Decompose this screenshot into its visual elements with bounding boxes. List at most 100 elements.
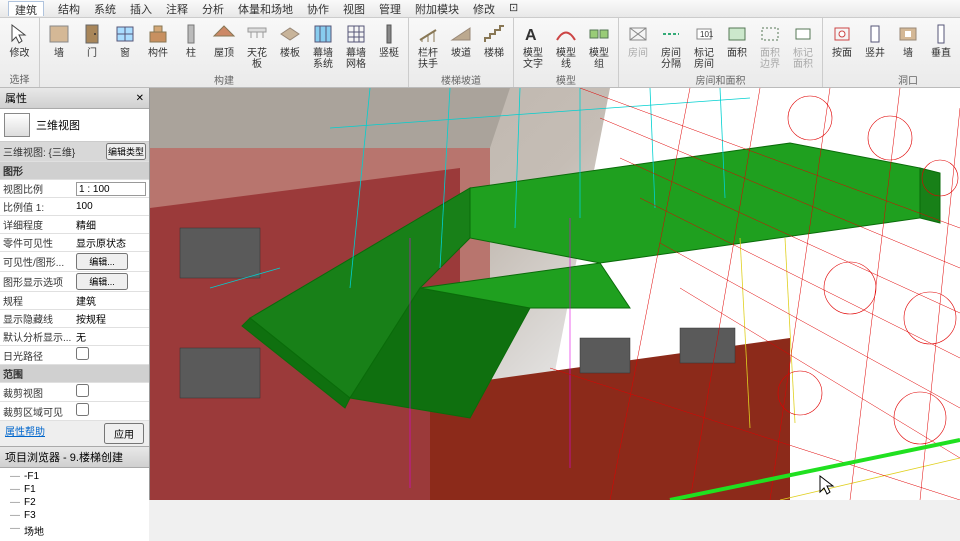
browser-item[interactable]: 场地: [0, 522, 149, 539]
menu-tab-collaborate[interactable]: 协作: [307, 1, 329, 16]
type-selector[interactable]: 三维视图: {三维}: [3, 144, 106, 159]
ribbon-mgroup-button[interactable]: 模型组: [583, 20, 615, 72]
ribbon-ceiling-button[interactable]: 天花板: [241, 20, 273, 72]
ribbon-areabnd-button[interactable]: 面积边界: [754, 20, 786, 72]
menu-tab-modify[interactable]: 修改: [473, 1, 495, 16]
property-value[interactable]: 建筑: [76, 293, 146, 308]
house-3d-icon: [4, 113, 30, 137]
project-browser: -F1F1F2F3场地: [0, 468, 149, 541]
properties-title-bar[interactable]: 属性 ✕: [0, 88, 149, 109]
ribbon-mline-button[interactable]: 模型线: [550, 20, 582, 72]
property-checkbox[interactable]: [76, 403, 89, 416]
ribbon-room-button[interactable]: 房间: [622, 20, 654, 72]
property-row: 默认分析显示...无: [0, 328, 149, 346]
ribbon-wallop-button[interactable]: 墙: [892, 20, 924, 72]
mtext-icon: A: [521, 22, 545, 46]
property-checkbox[interactable]: [76, 384, 89, 397]
property-edit-button[interactable]: 编辑...: [76, 253, 128, 270]
ribbon-byface-button[interactable]: 按面: [826, 20, 858, 72]
property-row: 详细程度精细: [0, 216, 149, 234]
door-icon: [80, 22, 104, 46]
property-row: 规程建筑: [0, 292, 149, 310]
ribbon-group-opening: 按面竖井墙垂直老虎窗 洞口: [823, 18, 960, 87]
3d-viewport[interactable]: [150, 88, 960, 500]
property-value[interactable]: 无: [76, 329, 146, 344]
ribbon-door-button[interactable]: 门: [76, 20, 108, 72]
property-value-input[interactable]: 1 : 100: [76, 182, 146, 196]
menu-tab-structure[interactable]: 结构: [58, 1, 80, 16]
menu-tab-view[interactable]: 视图: [343, 1, 365, 16]
menu-tab-manage[interactable]: 管理: [379, 1, 401, 16]
svg-text:A: A: [525, 27, 537, 44]
property-row: 显示隐藏线按规程: [0, 310, 149, 328]
model-view: [150, 88, 960, 500]
mullion-icon: [377, 22, 401, 46]
browser-item[interactable]: F2: [0, 496, 149, 509]
ribbon-roof-button[interactable]: 屋顶: [208, 20, 240, 72]
property-value[interactable]: 按规程: [76, 311, 146, 326]
ribbon-vert-button[interactable]: 垂直: [925, 20, 957, 72]
property-row: 裁剪区域可见: [0, 402, 149, 421]
ribbon-curtain-grid-button[interactable]: 幕墙网格: [340, 20, 372, 72]
menu-dropdown-icon[interactable]: ⊡: [509, 1, 518, 16]
roomtag-icon: 101: [692, 22, 716, 46]
properties-panel: 属性 ✕ 三维视图 三维视图: {三维} 编辑类型 图形 视图比例1 : 100…: [0, 88, 150, 500]
project-browser-title[interactable]: 项目浏览器 - 9.楼梯创建: [0, 446, 149, 468]
shaft-icon: [863, 22, 887, 46]
property-checkbox[interactable]: [76, 347, 89, 360]
browser-item[interactable]: -F1: [0, 470, 149, 483]
menu-tab-annotate[interactable]: 注释: [166, 1, 188, 16]
wall-icon: [47, 22, 71, 46]
property-value[interactable]: 精细: [76, 217, 146, 232]
ribbon-railing-button[interactable]: 栏杆扶手: [412, 20, 444, 72]
floor-icon: [278, 22, 302, 46]
ribbon-roomsep-button[interactable]: 房间分隔: [655, 20, 687, 72]
ribbon-curtain-sys-button[interactable]: 幕墙系统: [307, 20, 339, 72]
ribbon-mullion-button[interactable]: 竖梃: [373, 20, 405, 72]
property-row: 日光路径: [0, 346, 149, 365]
ribbon-shaft-button[interactable]: 竖井: [859, 20, 891, 72]
ribbon-group-build: 墙门窗构件柱屋顶天花板楼板幕墙系统幕墙网格竖梃 构建: [40, 18, 409, 87]
ribbon-group-circulation: 栏杆扶手坡道楼梯 楼梯坡道: [409, 18, 514, 87]
property-row: 比例值 1:100: [0, 198, 149, 216]
menu-tab-insert[interactable]: 插入: [130, 1, 152, 16]
column-icon: [179, 22, 203, 46]
apply-button[interactable]: 应用: [104, 423, 144, 444]
modify-button[interactable]: 修改: [3, 20, 36, 71]
view-type-label: 三维视图: [36, 117, 80, 133]
browser-item[interactable]: F3: [0, 509, 149, 522]
ribbon-wall-button[interactable]: 墙: [43, 20, 75, 72]
ribbon-column-button[interactable]: 柱: [175, 20, 207, 72]
menu-tab-architecture[interactable]: 建筑: [8, 1, 44, 16]
property-value[interactable]: 显示原状态: [76, 235, 146, 250]
menu-tab-analyze[interactable]: 分析: [202, 1, 224, 16]
ribbon-floor-button[interactable]: 楼板: [274, 20, 306, 72]
browser-item[interactable]: F1: [0, 483, 149, 496]
svg-text:101: 101: [700, 30, 714, 39]
ribbon-component-button[interactable]: 构件: [142, 20, 174, 72]
ribbon-area-button[interactable]: 面积: [721, 20, 753, 72]
edit-type-button[interactable]: 编辑类型: [106, 143, 146, 160]
ribbon-ramp-button[interactable]: 坡道: [445, 20, 477, 72]
menu-tab-systems[interactable]: 系统: [94, 1, 116, 16]
property-row: 图形显示选项编辑...: [0, 272, 149, 292]
ribbon-stair-button[interactable]: 楼梯: [478, 20, 510, 72]
property-value[interactable]: 100: [76, 201, 146, 212]
areabnd-icon: [758, 22, 782, 46]
area-icon: [725, 22, 749, 46]
menu-tab-massing[interactable]: 体量和场地: [238, 1, 293, 16]
property-row: 视图比例1 : 100: [0, 180, 149, 198]
ribbon-areatag-button[interactable]: 标记面积: [787, 20, 819, 72]
ribbon-window-button[interactable]: 窗: [109, 20, 141, 72]
ribbon-group-model: A模型文字模型线模型组 模型: [514, 18, 619, 87]
menu-tab-addins[interactable]: 附加模块: [415, 1, 459, 16]
window-icon: [113, 22, 137, 46]
properties-help-link[interactable]: 属性帮助: [5, 423, 45, 438]
curtain-grid-icon: [344, 22, 368, 46]
cursor-icon: [8, 22, 32, 46]
room-icon: [626, 22, 650, 46]
ribbon-mtext-button[interactable]: A模型文字: [517, 20, 549, 72]
close-icon[interactable]: ✕: [136, 93, 144, 104]
ribbon-roomtag-button[interactable]: 101标记房间: [688, 20, 720, 72]
property-edit-button[interactable]: 编辑...: [76, 273, 128, 290]
